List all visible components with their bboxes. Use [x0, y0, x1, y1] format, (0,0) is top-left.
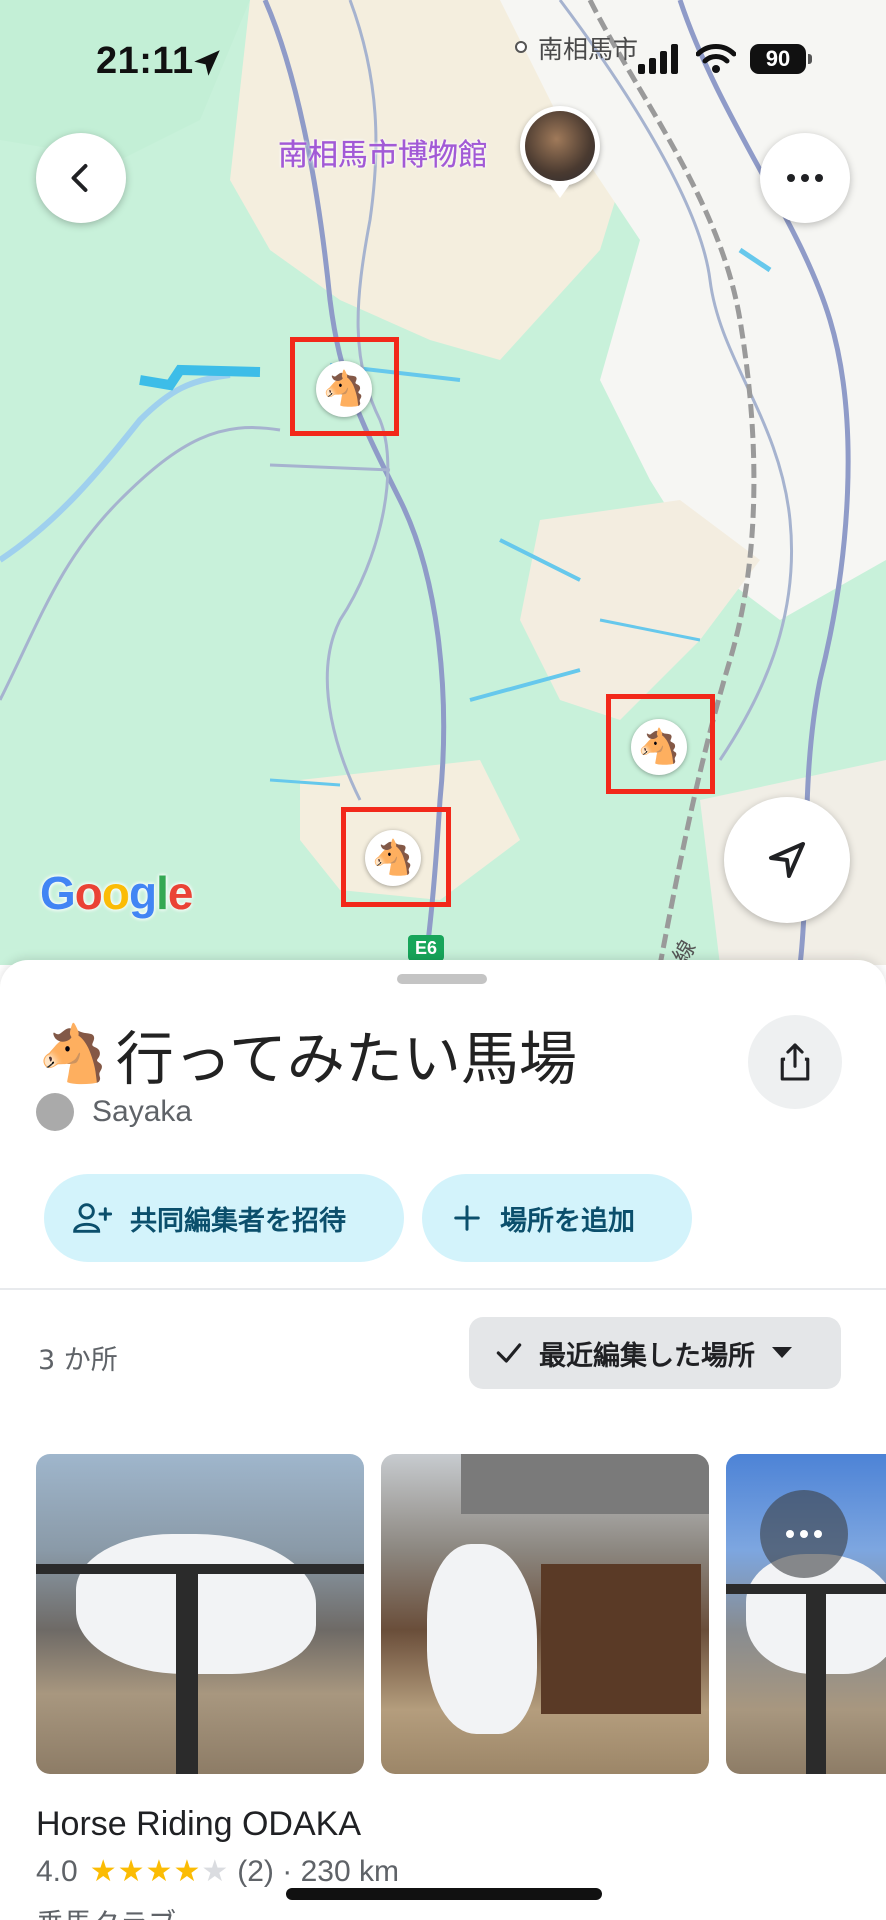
highway-badge: E6	[408, 935, 444, 961]
owner-name: Sayaka	[92, 1095, 193, 1128]
place-photo-1[interactable]	[36, 1454, 364, 1774]
share-button[interactable]	[748, 1015, 842, 1109]
town-label[interactable]: 南相馬市	[538, 30, 638, 66]
place-pin-3[interactable]: 🐴	[365, 830, 421, 886]
share-icon	[780, 1043, 810, 1081]
museum-pin[interactable]	[520, 106, 600, 198]
star-empty-icon: ★	[201, 1855, 230, 1888]
place-count: 3 か所	[38, 1345, 118, 1376]
place-photo-2[interactable]	[381, 1454, 709, 1774]
divider	[0, 1288, 886, 1290]
google-logo: Google	[40, 866, 194, 920]
google-logo-letter: o	[101, 867, 130, 919]
google-logo-letter: g	[129, 867, 157, 919]
list-title-row: 🐴 行ってみたい馬場	[38, 1012, 577, 1096]
caret-down-icon	[772, 1347, 792, 1358]
status-icons: 90	[638, 44, 812, 74]
my-location-button[interactable]	[724, 797, 850, 923]
place-pin-2[interactable]: 🐴	[631, 719, 687, 775]
roof-image	[461, 1454, 709, 1514]
google-logo-letter: e	[167, 867, 194, 919]
horse-face-icon: 🐴	[637, 727, 681, 767]
horse-face-icon: 🐴	[38, 1022, 108, 1087]
google-logo-letter: l	[156, 867, 169, 919]
museum-label[interactable]: 南相馬市博物館	[278, 130, 488, 174]
fence-rail	[36, 1564, 364, 1574]
more-horizontal-icon	[786, 1530, 822, 1538]
cellular-signal-icon	[638, 44, 678, 74]
invite-label: 共同編集者を招待	[130, 1205, 346, 1237]
add-person-icon	[73, 1203, 112, 1233]
stable-image	[541, 1564, 701, 1714]
chevron-left-icon	[71, 164, 88, 192]
sheet-grabber[interactable]	[397, 974, 487, 984]
status-time: 21:11	[96, 40, 194, 82]
wifi-icon	[696, 44, 736, 73]
navigation-arrow-icon	[769, 842, 805, 878]
more-horizontal-icon	[787, 174, 823, 182]
more-options-button[interactable]	[760, 133, 850, 223]
place-pin-1[interactable]: 🐴	[316, 361, 372, 417]
rating-stars: ★★★★★	[90, 1854, 230, 1889]
photo-more-button[interactable]	[760, 1490, 848, 1578]
home-indicator[interactable]	[286, 1888, 602, 1900]
invite-collaborator-button[interactable]: 共同編集者を招待	[44, 1174, 404, 1262]
museum-photo	[525, 111, 595, 181]
review-distance: (2) · 230 km	[237, 1854, 399, 1888]
back-button[interactable]	[36, 133, 126, 223]
check-icon	[496, 1343, 522, 1363]
place-name[interactable]: Horse Riding ODAKA	[36, 1805, 361, 1844]
battery-indicator: 90	[750, 44, 812, 74]
bottom-sheet[interactable]: 🐴 行ってみたい馬場 Sayaka 共同編集者を招待 場所を追加 3 か所 最近…	[0, 960, 886, 1920]
town-marker-icon	[515, 41, 527, 53]
fence-post	[176, 1564, 198, 1774]
map-view[interactable]: 21:11 90 南相馬市 南相馬市博物館 🐴 🐴 🐴 Google E6 線	[0, 0, 886, 965]
sort-label: 最近編集した場所	[539, 1340, 755, 1372]
fence-post	[806, 1584, 826, 1774]
rating-value: 4.0	[36, 1854, 78, 1888]
horse-image	[427, 1544, 537, 1734]
star-filled-icon: ★	[89, 1855, 118, 1888]
list-title: 行ってみたい馬場	[115, 1025, 577, 1093]
add-place-label: 場所を追加	[500, 1205, 635, 1237]
star-filled-icon: ★	[173, 1855, 202, 1888]
google-logo-letter: G	[40, 867, 76, 919]
add-place-button[interactable]: 場所を追加	[422, 1174, 692, 1262]
owner-row[interactable]: Sayaka	[36, 1093, 192, 1131]
place-meta: 4.0 ★★★★★ (2) · 230 km	[36, 1854, 399, 1889]
location-arrow-icon	[194, 50, 220, 76]
star-filled-icon: ★	[117, 1855, 146, 1888]
sort-dropdown[interactable]: 最近編集した場所	[469, 1317, 841, 1389]
horse-face-icon: 🐴	[322, 369, 366, 409]
horse-face-icon: 🐴	[371, 838, 415, 878]
google-logo-letter: o	[74, 867, 103, 919]
star-filled-icon: ★	[145, 1855, 174, 1888]
place-category: 乗馬クラブ	[36, 1902, 176, 1920]
avatar	[36, 1093, 74, 1131]
plus-icon	[454, 1205, 480, 1231]
